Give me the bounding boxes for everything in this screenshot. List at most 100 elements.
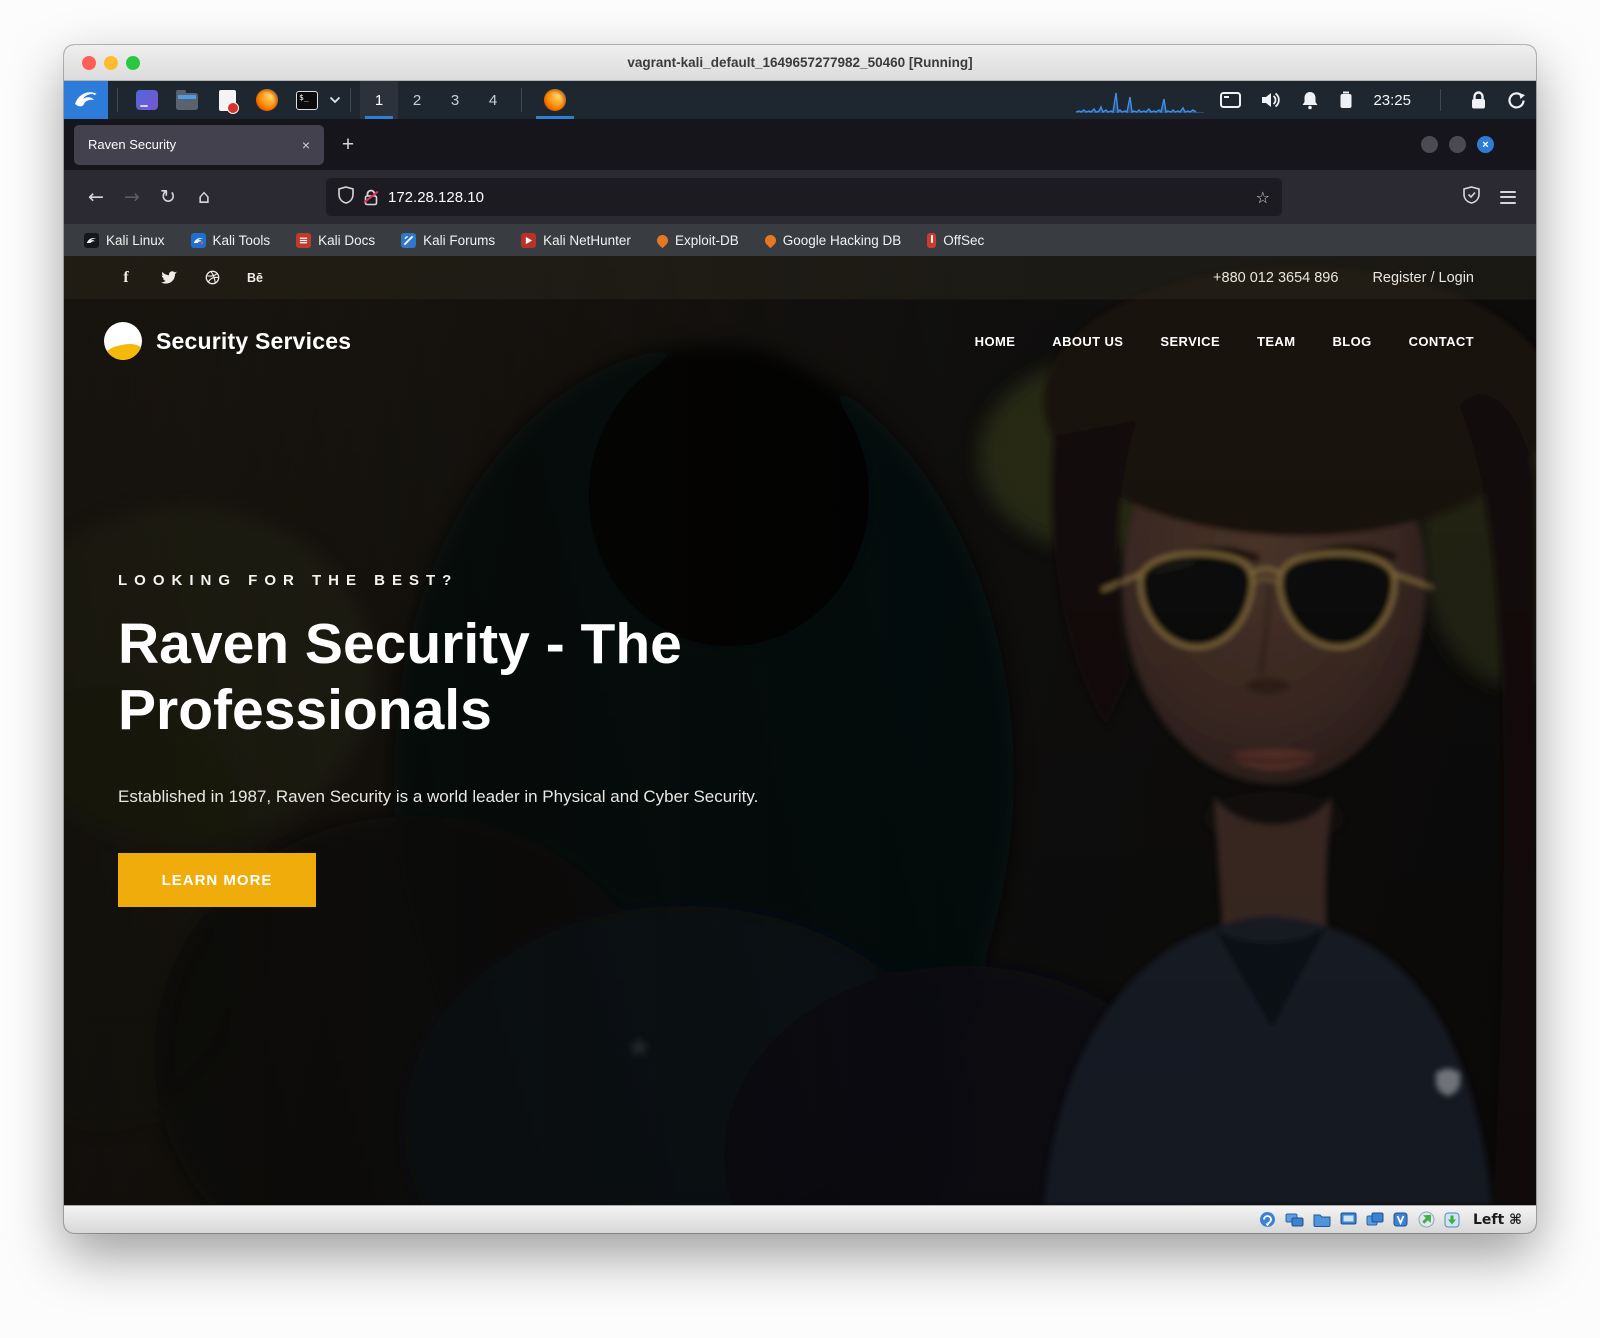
panel-clock[interactable]: 23:25: [1373, 92, 1411, 109]
panel-separator: [1440, 89, 1441, 111]
workspace-1-button[interactable]: 1: [360, 81, 398, 119]
tab-close-button[interactable]: ×: [298, 135, 314, 155]
reload-button[interactable]: ↻: [150, 180, 186, 214]
zoom-traffic-button[interactable]: [126, 56, 140, 70]
site-header: Security Services HOME ABOUT US SERVICE …: [64, 300, 1536, 382]
main-nav: HOME ABOUT US SERVICE TEAM BLOG CONTACT: [975, 334, 1474, 349]
facebook-icon[interactable]: f: [118, 269, 134, 287]
session-features-icon[interactable]: [1418, 1211, 1435, 1228]
firefox-launcher[interactable]: [247, 81, 287, 119]
text-editor-launcher[interactable]: [207, 81, 247, 119]
chevron-down-icon: [329, 96, 341, 104]
google-hacking-db-favicon: [762, 232, 778, 248]
display-tray-icon[interactable]: [1220, 92, 1241, 109]
notifications-bell-icon[interactable]: [1301, 91, 1319, 110]
harddisk-activity-icon[interactable]: [1259, 1211, 1276, 1228]
kali-menu-button[interactable]: [64, 81, 108, 119]
site-topbar: f Bē +880 012 3654 896 Register / Login: [64, 256, 1536, 300]
kali-tools-favicon: [191, 233, 206, 248]
firefox-icon: [544, 89, 566, 111]
twitter-icon[interactable]: [161, 271, 177, 285]
kali-forums-favicon: [401, 233, 416, 248]
nav-about-us[interactable]: ABOUT US: [1052, 334, 1123, 349]
account-shield-icon[interactable]: [1463, 186, 1480, 209]
network-icon[interactable]: [1285, 1212, 1304, 1228]
close-window-button[interactable]: ×: [1477, 136, 1494, 153]
cpu-graph[interactable]: [1076, 87, 1204, 113]
menu-hamburger-icon[interactable]: [1500, 191, 1516, 204]
behance-icon[interactable]: Bē: [247, 271, 263, 285]
tab-title: Raven Security: [88, 137, 176, 152]
maximize-window-button[interactable]: [1449, 136, 1466, 153]
browser-tab-bar: Raven Security × + ×: [64, 119, 1536, 170]
back-button[interactable]: ←: [78, 180, 114, 214]
workspace-2-button[interactable]: 2: [398, 81, 436, 119]
file-manager-launcher[interactable]: [127, 81, 167, 119]
lock-icon[interactable]: [1470, 91, 1487, 110]
exploit-db-favicon: [655, 232, 671, 248]
nav-service[interactable]: SERVICE: [1160, 334, 1220, 349]
shared-folders-icon[interactable]: [1366, 1212, 1384, 1227]
minimize-window-button[interactable]: [1421, 136, 1438, 153]
offsec-favicon: [927, 233, 936, 248]
register-login-link[interactable]: Register / Login: [1372, 270, 1474, 286]
logo-ball-icon: [104, 322, 142, 360]
nav-contact[interactable]: CONTACT: [1409, 334, 1474, 349]
traffic-lights: [82, 56, 140, 70]
insecure-lock-icon[interactable]: [364, 189, 378, 206]
nav-home[interactable]: HOME: [975, 334, 1016, 349]
bookmark-star-icon[interactable]: ☆: [1256, 188, 1270, 207]
tracking-shield-icon[interactable]: [338, 186, 354, 209]
hero-title: Raven Security - The Professionals: [118, 611, 808, 743]
hero-kicker: LOOKING FOR THE BEST?: [118, 572, 458, 589]
browser-toolbar: ← → ↻ ⌂ 172.28.128.10 ☆: [64, 170, 1536, 224]
battery-icon[interactable]: [1339, 91, 1353, 109]
bookmark-kali-nethunter[interactable]: Kali NetHunter: [521, 233, 631, 248]
bookmark-kali-linux[interactable]: Kali Linux: [84, 233, 165, 248]
launcher-dropdown-chevron[interactable]: [329, 81, 341, 119]
tab-raven-security[interactable]: Raven Security ×: [74, 125, 324, 165]
bookmark-kali-forums[interactable]: Kali Forums: [401, 233, 495, 248]
panel-separator: [117, 88, 118, 112]
folder-launcher[interactable]: [167, 81, 207, 119]
autoresize-icon[interactable]: [1444, 1212, 1460, 1228]
bookmark-exploit-db[interactable]: Exploit-DB: [657, 233, 739, 248]
nav-blog[interactable]: BLOG: [1332, 334, 1371, 349]
window-controls: ×: [1421, 136, 1494, 153]
topbar-right: +880 012 3654 896 Register / Login: [1213, 270, 1474, 286]
volume-icon[interactable]: [1261, 91, 1281, 109]
close-traffic-button[interactable]: [82, 56, 96, 70]
panel-separator: [521, 88, 522, 112]
minimize-traffic-button[interactable]: [104, 56, 118, 70]
workspace-4-button[interactable]: 4: [474, 81, 512, 119]
nav-team[interactable]: TEAM: [1257, 334, 1295, 349]
dribbble-icon[interactable]: [204, 270, 220, 285]
logout-icon[interactable]: [1507, 91, 1526, 110]
display-icon[interactable]: [1340, 1212, 1357, 1227]
site-logo[interactable]: Security Services: [104, 322, 351, 360]
bookmark-kali-tools[interactable]: Kali Tools: [191, 233, 271, 248]
firefox-icon: [256, 89, 278, 111]
bookmarks-bar: Kali Linux Kali Tools Kali Docs Kali For…: [64, 224, 1536, 256]
recording-icon[interactable]: [1393, 1212, 1409, 1227]
home-button[interactable]: ⌂: [186, 180, 222, 214]
kali-panel: $_ 1 2 3 4 23:25: [64, 81, 1536, 119]
bookmark-offsec[interactable]: OffSec: [927, 233, 984, 248]
virtualbox-window: vagrant-kali_default_1649657277982_50460…: [64, 45, 1536, 1233]
bookmark-kali-docs[interactable]: Kali Docs: [296, 233, 375, 248]
forward-button[interactable]: →: [114, 180, 150, 214]
toolbar-right: [1463, 186, 1516, 209]
file-manager-icon: [136, 90, 158, 110]
url-bar[interactable]: 172.28.128.10 ☆: [326, 178, 1282, 216]
phone-number: +880 012 3654 896: [1213, 270, 1338, 286]
url-text[interactable]: 172.28.128.10: [388, 189, 1246, 206]
workspace-3-button[interactable]: 3: [436, 81, 474, 119]
usb-folder-icon[interactable]: [1313, 1212, 1331, 1227]
learn-more-button[interactable]: LEARN MORE: [118, 853, 316, 907]
bookmark-google-hacking-db[interactable]: Google Hacking DB: [765, 233, 902, 248]
taskbar-firefox-window[interactable]: [531, 81, 579, 119]
new-tab-button[interactable]: +: [332, 129, 364, 161]
brand-name: Security Services: [156, 328, 351, 355]
kali-linux-favicon: [84, 233, 99, 248]
terminal-launcher[interactable]: $_: [287, 81, 327, 119]
